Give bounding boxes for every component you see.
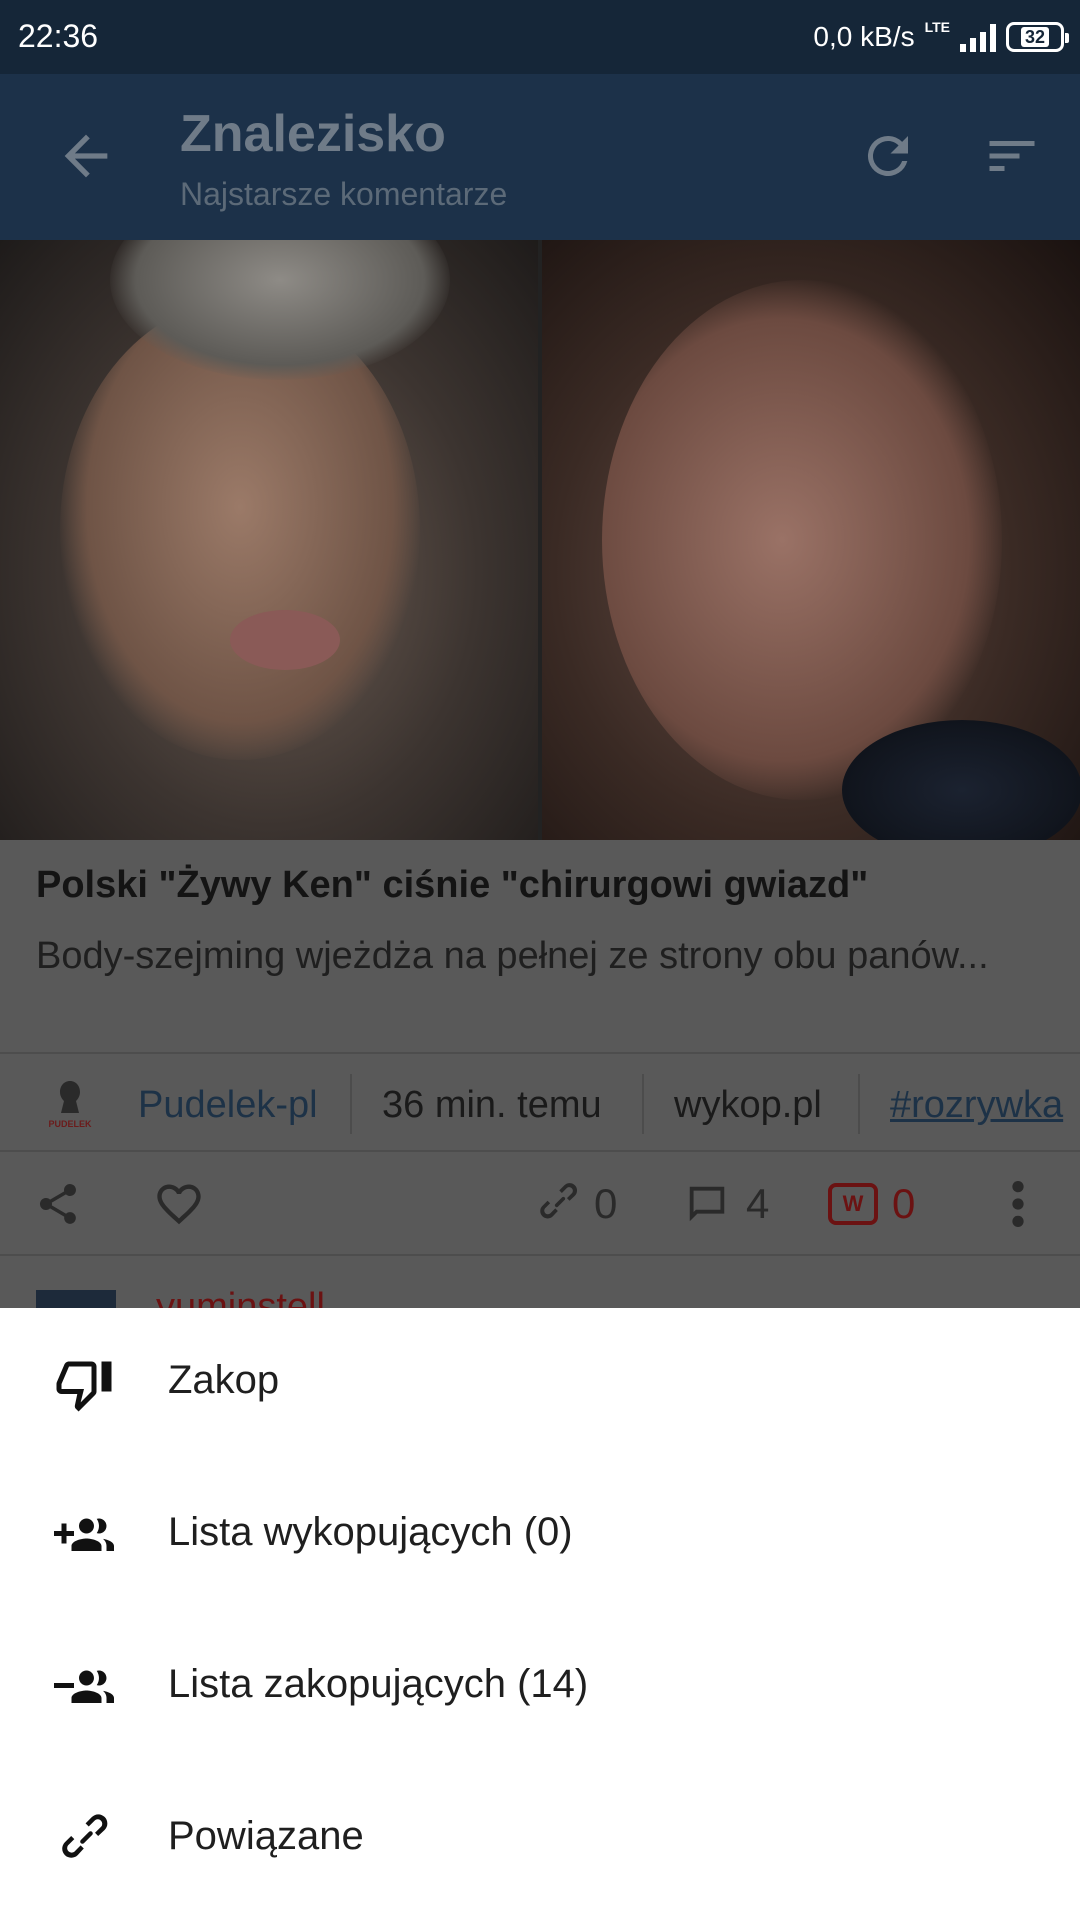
- article-description: Body-szejming wjeżdża na pełnej ze stron…: [36, 935, 989, 977]
- back-arrow-icon[interactable]: [54, 124, 118, 188]
- wykop-vote-button[interactable]: W 0: [828, 1178, 915, 1230]
- source-domain[interactable]: wykop.pl: [674, 1084, 822, 1127]
- meta-divider: [858, 1074, 860, 1134]
- votes-count: 0: [892, 1180, 916, 1227]
- wykop-icon: W: [828, 1183, 878, 1225]
- menu-item-label: Zakop: [168, 1358, 280, 1402]
- status-bar: 22:36 0,0 kB/s LTE 32: [0, 0, 1080, 74]
- author-link[interactable]: Pudelek-pl: [138, 1084, 318, 1127]
- article-actions: 0 4 W 0: [0, 1152, 1080, 1256]
- comment-preview: yuminstell: [0, 1256, 1080, 1308]
- menu-item-zakop[interactable]: Zakop: [0, 1308, 1080, 1460]
- article-thumbnail[interactable]: [0, 240, 1080, 840]
- menu-item-label: Powiązane: [168, 1814, 364, 1858]
- related-links-button[interactable]: 0: [536, 1178, 617, 1230]
- related-count: 0: [594, 1180, 618, 1227]
- menu-item-downvoters-list[interactable]: Lista zakopujących (14): [0, 1612, 1080, 1764]
- article-title: Polski "Żywy Ken" ciśnie "chirurgowi gwi…: [36, 864, 869, 906]
- article-body[interactable]: Polski "Żywy Ken" ciśnie "chirurgowi gwi…: [0, 840, 1080, 1052]
- tag-link[interactable]: #rozrywka: [890, 1084, 1063, 1127]
- meta-divider: [350, 1074, 352, 1134]
- comment-icon: [689, 1186, 725, 1222]
- status-time: 22:36: [18, 18, 99, 54]
- link-icon: [540, 1183, 578, 1219]
- status-indicators: 0,0 kB/s LTE 32: [813, 14, 1069, 60]
- menu-item-related[interactable]: Powiązane: [0, 1764, 1080, 1916]
- favorite-icon[interactable]: [152, 1178, 206, 1230]
- article-meta: PUDELEK Pudelek-pl 36 min. temu wykop.pl…: [0, 1052, 1080, 1152]
- page-subtitle: Najstarsze komentarze: [180, 176, 508, 212]
- thumb-down-icon: [54, 1354, 114, 1414]
- avatar: [36, 1290, 116, 1308]
- network-speed: 0,0 kB/s: [813, 21, 915, 52]
- menu-item-label: Lista wykopujących (0): [168, 1510, 573, 1554]
- photo-left: [0, 240, 538, 840]
- source-logo-text: PUDELEK: [48, 1119, 92, 1129]
- menu-item-upvoters-list[interactable]: Lista wykopujących (0): [0, 1460, 1080, 1612]
- source-logo[interactable]: PUDELEK: [40, 1074, 100, 1134]
- more-options-icon[interactable]: [1006, 1178, 1030, 1230]
- comments-count: 4: [746, 1180, 770, 1227]
- signal-icon: [960, 22, 996, 52]
- app-bar: Znalezisko Najstarsze komentarze: [0, 74, 1080, 240]
- page-title: Znalezisko: [180, 105, 446, 163]
- photo-right: [541, 240, 1080, 840]
- group-add-icon: [54, 1506, 114, 1566]
- post-time: 36 min. temu: [382, 1084, 602, 1126]
- bottom-sheet-menu: Zakop Lista wykopujących (0) Lista zakop…: [0, 1308, 1080, 1920]
- sort-icon[interactable]: [982, 126, 1042, 186]
- network-type: LTE: [924, 19, 950, 35]
- refresh-icon[interactable]: [858, 126, 918, 186]
- link-icon: [54, 1810, 114, 1870]
- meta-divider: [642, 1074, 644, 1134]
- battery-level: 32: [1020, 27, 1050, 47]
- battery-icon: 32: [1006, 22, 1069, 52]
- comments-button[interactable]: 4: [682, 1178, 769, 1230]
- group-remove-icon: [54, 1658, 114, 1718]
- share-icon[interactable]: [34, 1178, 82, 1230]
- comment-author: yuminstell: [156, 1286, 325, 1308]
- menu-item-label: Lista zakopujących (14): [168, 1662, 589, 1706]
